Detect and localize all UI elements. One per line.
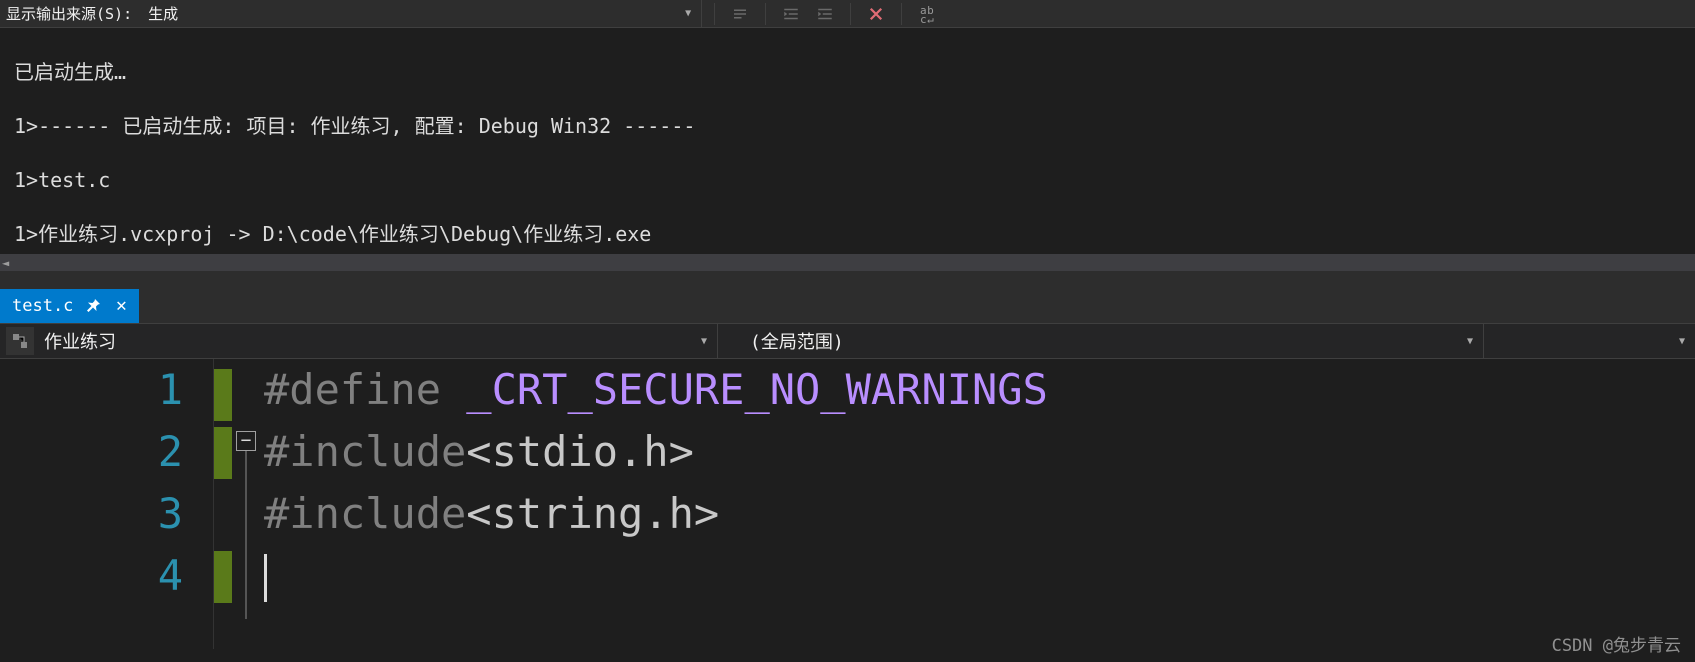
text-caret [264, 554, 267, 602]
line-number: 1 [0, 359, 183, 421]
nav-member-dropdown[interactable]: ▼ [1484, 324, 1695, 358]
close-icon[interactable]: ✕ [113, 298, 129, 314]
output-body[interactable]: 已启动生成… 1>------ 已启动生成: 项目: 作业练习, 配置: Deb… [0, 28, 1695, 254]
change-indicator-bar [214, 359, 232, 649]
indent-left-button[interactable] [778, 3, 804, 25]
chevron-down-icon: ▼ [685, 8, 691, 19]
change-mark [214, 551, 232, 603]
nav-project-icon [6, 327, 34, 355]
line-number: 2 [0, 421, 183, 483]
change-mark [214, 427, 232, 479]
indent-right-icon [816, 5, 834, 23]
change-mark [214, 369, 232, 421]
code-editor[interactable]: 1 2 3 4 − #define _CRT_SECURE_NO_WARNING… [0, 359, 1695, 649]
chevron-down-icon: ▼ [701, 336, 707, 347]
code-line: #define _CRT_SECURE_NO_WARNINGS [260, 359, 1695, 421]
output-toolbar: 显示输出来源(S): 生成 ▼ abc↵ [0, 0, 1695, 28]
go-to-prev-message-button[interactable] [727, 3, 753, 25]
line-number: 3 [0, 483, 183, 545]
watermark: CSDN @兔步青云 [1552, 631, 1681, 656]
code-line: #include<string.h> [260, 483, 1695, 545]
nav-scope-dropdown[interactable]: (全局范围) ▼ [744, 324, 1484, 358]
fold-line [245, 451, 247, 619]
nav-project-name: 作业练习 [44, 328, 116, 354]
editor-tab-strip: test.c ✕ [0, 289, 1695, 323]
editor-nav-bar: 作业练习 ▼ (全局范围) ▼ ▼ [0, 323, 1695, 359]
output-source-dropdown[interactable]: 生成 ▼ [142, 0, 702, 27]
line-number-gutter: 1 2 3 4 [0, 359, 214, 649]
separator [765, 3, 766, 25]
output-scrollbar[interactable]: ◄ [0, 254, 1695, 271]
output-line: 1>test.c [14, 167, 1685, 194]
wrap-icon: abc↵ [920, 6, 934, 24]
indent-left-icon [782, 5, 800, 23]
editor-tab-active[interactable]: test.c ✕ [0, 289, 139, 323]
tab-filename: test.c [12, 296, 73, 316]
output-source-value: 生成 [148, 3, 178, 24]
code-line: #include<stdio.h> [260, 421, 1695, 483]
fold-gutter: − [232, 359, 260, 649]
toggle-word-wrap-button[interactable]: abc↵ [914, 3, 940, 25]
output-line: 1>------ 已启动生成: 项目: 作业练习, 配置: Debug Win3… [14, 113, 1685, 140]
separator [901, 3, 902, 25]
pin-icon[interactable] [85, 298, 101, 314]
line-number: 4 [0, 545, 183, 607]
output-line: 1>作业练习.vcxproj -> D:\code\作业练习\Debug\作业练… [14, 221, 1685, 248]
nav-scope-name: (全局范围) [750, 328, 844, 354]
clear-output-button[interactable] [863, 3, 889, 25]
panel-gap [0, 271, 1695, 289]
code-line [260, 545, 1695, 607]
indent-right-button[interactable] [812, 3, 838, 25]
clear-icon [867, 5, 885, 23]
separator [714, 3, 715, 25]
nav-project-dropdown[interactable]: 作业练习 ▼ [38, 324, 718, 358]
separator [850, 3, 851, 25]
chevron-down-icon: ▼ [1467, 336, 1473, 347]
scroll-left-icon: ◄ [2, 256, 9, 270]
fold-toggle[interactable]: − [236, 431, 256, 451]
output-line: 已启动生成… [14, 59, 1685, 86]
list-up-icon [731, 5, 749, 23]
code-area[interactable]: #define _CRT_SECURE_NO_WARNINGS #include… [260, 359, 1695, 649]
chevron-down-icon: ▼ [1679, 336, 1685, 347]
output-source-label: 显示输出来源(S): [6, 3, 132, 24]
